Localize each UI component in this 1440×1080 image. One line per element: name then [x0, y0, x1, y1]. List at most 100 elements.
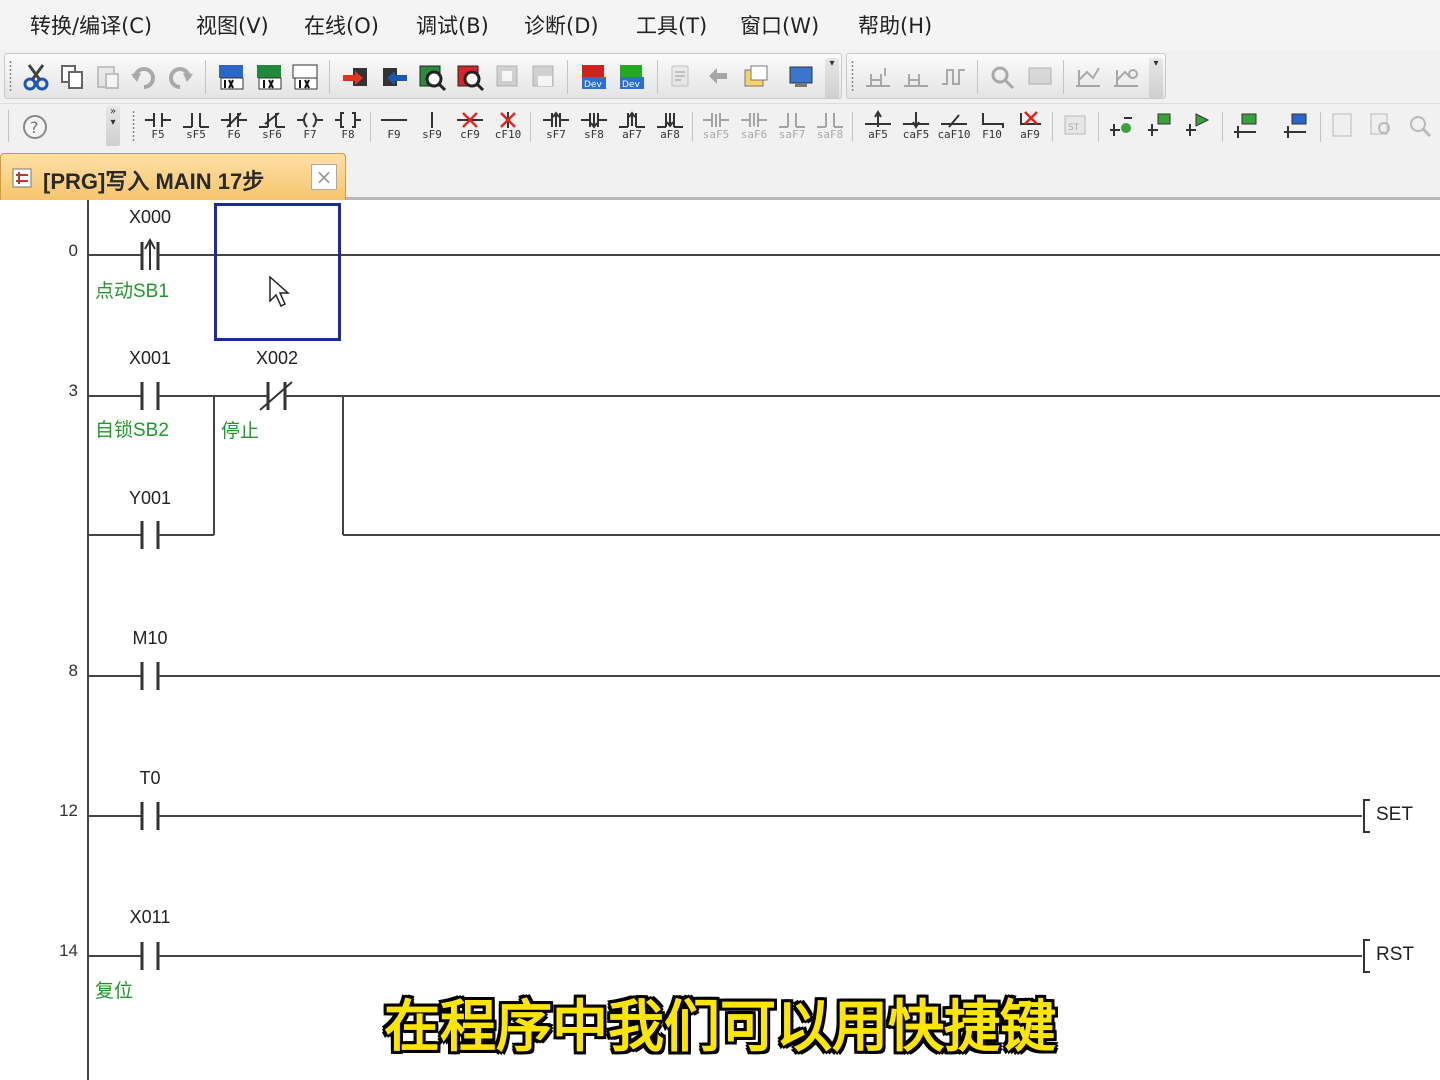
timing-chart-icon[interactable] — [939, 62, 969, 92]
write-to-plc-icon[interactable] — [341, 62, 371, 92]
undo-icon[interactable] — [129, 62, 159, 92]
contact-device-label[interactable]: X000 — [110, 207, 190, 228]
toolbar-overflow-button[interactable]: ▾ — [825, 58, 839, 98]
toolbar-overflow-button[interactable]: » ▾ — [106, 106, 120, 146]
contact-device-label[interactable]: X002 — [237, 348, 317, 369]
rising-edge-branch-button[interactable]: aF7 — [614, 108, 650, 144]
jump-icon[interactable] — [703, 62, 733, 92]
operation-falling-button[interactable]: caF5 — [898, 108, 934, 144]
device-comment: 自锁SB2 — [95, 420, 169, 441]
sample-trace-icon[interactable] — [1073, 62, 1103, 92]
toolbar-overflow-button[interactable]: ▾ — [1149, 58, 1163, 98]
step-number: 12 — [59, 801, 78, 820]
monitor-start-icon[interactable] — [493, 62, 523, 92]
falling-edge-branch-button[interactable]: aF8 — [652, 108, 688, 144]
remote-operation-icon[interactable] — [455, 62, 485, 92]
contact-device-label[interactable]: X011 — [110, 907, 190, 928]
pulse-closed-branch-button[interactable]: saF7 — [774, 108, 810, 144]
contact-device-label[interactable]: M10 — [110, 628, 190, 649]
read-from-plc-icon[interactable] — [379, 62, 409, 92]
menu-window[interactable]: 窗口(W) — [740, 10, 819, 40]
toolbar-grip[interactable] — [132, 110, 135, 142]
device-comment: 停止 — [221, 421, 260, 442]
separator — [1222, 112, 1223, 142]
contact-device-label[interactable]: X001 — [110, 348, 190, 369]
closed-contact-button[interactable]: F6 — [216, 108, 252, 144]
search-device-icon[interactable] — [987, 62, 1017, 92]
convert-all-icon[interactable] — [1144, 110, 1174, 140]
ladder-program-icon — [12, 168, 32, 188]
verify-plc-icon[interactable] — [417, 62, 447, 92]
print-preview-icon[interactable] — [1366, 110, 1396, 140]
toolbar-group-view: ▾ — [846, 53, 1166, 99]
cut-icon[interactable] — [21, 62, 51, 92]
zoom-in-icon[interactable] — [863, 62, 893, 92]
close-tab-button[interactable]: × — [311, 164, 337, 190]
cross-reference-icon[interactable] — [741, 62, 771, 92]
open-branch-button[interactable]: sF5 — [178, 108, 214, 144]
delete-vertical-line-button[interactable]: cF10 — [490, 108, 526, 144]
closed-branch-button[interactable]: sF6 — [254, 108, 290, 144]
statement-edit-icon[interactable] — [1280, 110, 1310, 140]
menu-convert[interactable]: 转换/编译(C) — [30, 10, 152, 40]
contact-device-label[interactable]: Y001 — [110, 488, 190, 509]
edit-cursor[interactable] — [214, 203, 341, 341]
line-delete-button[interactable]: aF9 — [1012, 108, 1048, 144]
menu-help[interactable]: 帮助(H) — [858, 10, 932, 40]
device-display-icon[interactable] — [291, 62, 321, 92]
trace-search-icon[interactable] — [1111, 62, 1141, 92]
rising-edge-contact-button[interactable]: sF7 — [538, 108, 574, 144]
simulation-start-icon[interactable]: Dev — [579, 62, 609, 92]
device-batch-icon[interactable] — [1025, 62, 1055, 92]
device-label-icon[interactable] — [255, 62, 285, 92]
toolbar-grip[interactable] — [9, 60, 12, 92]
operation-rising-button[interactable]: aF5 — [860, 108, 896, 144]
open-contact-button[interactable]: F5 — [140, 108, 176, 144]
application-instruction-button[interactable]: F8 — [330, 108, 366, 144]
device-comment: 点动SB1 — [95, 281, 169, 302]
copy-icon[interactable] — [57, 62, 87, 92]
monitor-stop-icon[interactable] — [529, 62, 559, 92]
vertical-line-button[interactable]: sF9 — [414, 108, 450, 144]
rst-instruction[interactable]: RST — [1376, 944, 1414, 966]
contact-device-label[interactable]: T0 — [110, 768, 190, 789]
pulse-closed-contact-2-button[interactable]: saF6 — [736, 108, 772, 144]
simulation-stop-icon[interactable]: Dev — [617, 62, 647, 92]
paste-icon[interactable] — [93, 62, 123, 92]
line-input-button[interactable]: F10 — [974, 108, 1010, 144]
tab-main-program[interactable]: [PRG]写入 MAIN 17步 × — [0, 153, 346, 200]
ladder-editor[interactable]: 0 3 8 12 14 X000 X001 X002 Y001 M10 T0 X… — [0, 200, 1440, 1080]
menu-tools[interactable]: 工具(T) — [636, 10, 707, 40]
inline-st-icon[interactable]: ST — [1060, 110, 1090, 140]
zoom-icon[interactable] — [1404, 110, 1434, 140]
menu-view[interactable]: 视图(V) — [196, 10, 269, 40]
convert-icon[interactable] — [1106, 110, 1136, 140]
menu-online[interactable]: 在线(O) — [304, 10, 379, 40]
menu-diagnose[interactable]: 诊断(D) — [524, 10, 599, 40]
find-icon[interactable] — [667, 62, 697, 92]
help-icon[interactable]: ? — [20, 112, 50, 142]
pulse-closed-contact-button[interactable]: saF5 — [698, 108, 734, 144]
print-icon[interactable] — [1328, 110, 1358, 140]
comment-edit-icon[interactable] — [1230, 110, 1260, 140]
menu-debug[interactable]: 调试(B) — [416, 10, 489, 40]
svg-text:Dev: Dev — [584, 80, 602, 90]
svg-text:ST: ST — [1068, 123, 1080, 133]
separator — [8, 110, 9, 142]
delete-horizontal-line-button[interactable]: cF9 — [452, 108, 488, 144]
mouse-pointer-icon — [269, 275, 290, 308]
coil-button[interactable]: F7 — [292, 108, 328, 144]
redo-icon[interactable] — [165, 62, 195, 92]
step-number: 3 — [68, 381, 78, 400]
device-comment-icon[interactable] — [217, 62, 247, 92]
operation-invert-button[interactable]: caF10 — [936, 108, 972, 144]
device-list-icon[interactable] — [787, 62, 817, 92]
toolbar-grip[interactable] — [851, 60, 854, 92]
falling-edge-contact-button[interactable]: sF8 — [576, 108, 612, 144]
zoom-out-icon[interactable] — [901, 62, 931, 92]
convert-online-icon[interactable] — [1182, 110, 1212, 140]
set-instruction[interactable]: SET — [1376, 804, 1413, 826]
horizontal-line-button[interactable]: F9 — [376, 108, 412, 144]
pulse-closed-branch-2-button[interactable]: saF8 — [812, 108, 848, 144]
step-number: 0 — [68, 241, 78, 260]
